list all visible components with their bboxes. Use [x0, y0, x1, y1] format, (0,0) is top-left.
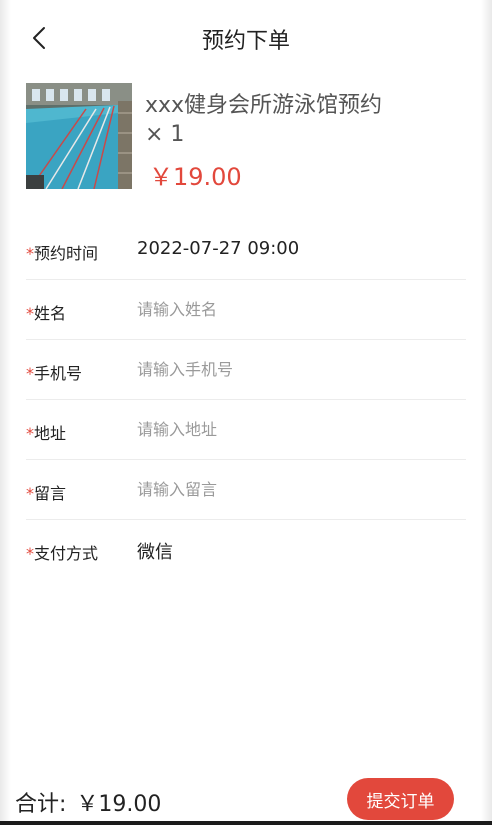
swimming-pool-photo: [26, 83, 132, 189]
form-row-appointment-time[interactable]: *预约时间 2022-07-27 09:00: [26, 220, 466, 280]
appointment-time-value[interactable]: 2022-07-27 09:00: [137, 238, 299, 259]
required-mark: *: [26, 544, 34, 563]
required-mark: *: [26, 424, 34, 443]
header-bar: 预约下单: [11, 10, 481, 66]
order-form: *预约时间 2022-07-27 09:00 *姓名 *手机号 *地址 *留言 …: [26, 220, 466, 580]
message-label: *留言: [26, 484, 67, 503]
product-summary: xxx健身会所游泳馆预约 × 1 ￥19.00: [26, 83, 466, 193]
page-title: 预约下单: [201, 29, 290, 54]
form-row-phone: *手机号: [26, 340, 466, 400]
form-row-payment-method[interactable]: *支付方式 微信: [26, 520, 466, 580]
order-card: 预约下单 xxx健身会所游泳馆预约 × 1 ￥19.00 *预约时间 2022-…: [11, 10, 481, 825]
form-row-message: *留言: [26, 460, 466, 520]
payment-method-value[interactable]: 微信: [137, 538, 173, 564]
phone-input[interactable]: [137, 354, 457, 384]
name-input[interactable]: [137, 294, 457, 324]
message-input[interactable]: [137, 474, 457, 504]
phone-label: *手机号: [26, 364, 83, 383]
name-label: *姓名: [26, 304, 67, 323]
order-total: 合计: ￥19.00: [15, 786, 161, 818]
bottom-edge: [0, 821, 492, 825]
appointment-time-label: *预约时间: [26, 244, 99, 263]
payment-method-label: *支付方式: [26, 544, 99, 563]
required-mark: *: [26, 484, 34, 503]
address-label: *地址: [26, 424, 67, 443]
product-quantity: × 1: [145, 122, 185, 147]
page-background: 预约下单 xxx健身会所游泳馆预约 × 1 ￥19.00 *预约时间 2022-…: [0, 0, 492, 825]
total-label: 合计:: [15, 792, 67, 817]
form-row-address: *地址: [26, 400, 466, 460]
submit-order-button[interactable]: 提交订单: [347, 778, 454, 820]
product-image[interactable]: [26, 83, 132, 189]
required-mark: *: [26, 244, 34, 263]
address-input[interactable]: [137, 414, 457, 444]
total-value: ￥19.00: [76, 792, 162, 817]
required-mark: *: [26, 364, 34, 383]
required-mark: *: [26, 304, 34, 323]
product-price: ￥19.00: [149, 163, 242, 191]
product-name: xxx健身会所游泳馆预约: [145, 93, 383, 118]
form-row-name: *姓名: [26, 280, 466, 340]
